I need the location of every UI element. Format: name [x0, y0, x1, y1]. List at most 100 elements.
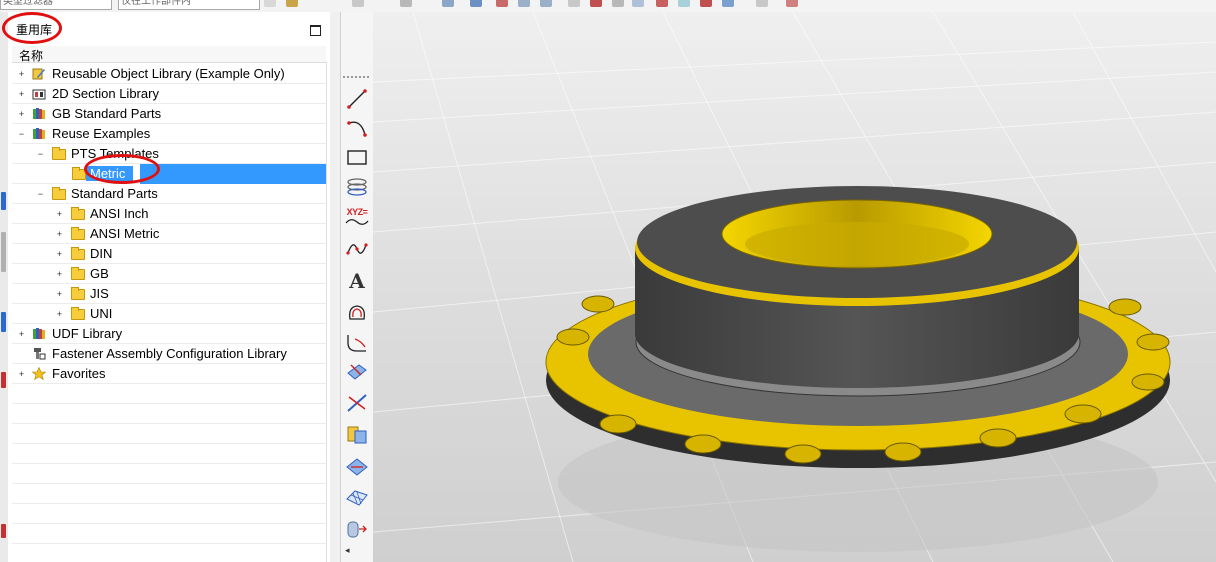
toolbar-button-icon[interactable]: [352, 0, 364, 7]
toolbar-button-icon[interactable]: [496, 0, 508, 7]
arc-tool-icon[interactable]: [344, 114, 370, 140]
empty-row: [12, 484, 326, 504]
tree-item-favorites[interactable]: + Favorites: [12, 364, 326, 384]
tree-item-reusable-object-library[interactable]: + Reusable Object Library (Example Only): [12, 64, 326, 84]
toolbar-button-icon[interactable]: [286, 0, 298, 7]
bridge-curve-tool-icon[interactable]: [344, 330, 370, 356]
toolbar-button-icon[interactable]: [632, 0, 644, 7]
resource-tab-icon[interactable]: [1, 524, 6, 538]
selection-highlight: [140, 164, 326, 184]
toolbar-button-icon[interactable]: [470, 0, 482, 7]
folder-icon: [52, 187, 66, 200]
expand-icon[interactable]: +: [18, 110, 25, 119]
toolbar-more-icon[interactable]: ◂: [345, 545, 350, 556]
expand-icon[interactable]: +: [18, 330, 25, 339]
law-curve-tool-icon[interactable]: XYZ=: [344, 204, 370, 230]
expand-icon[interactable]: +: [56, 290, 63, 299]
toolbar-grip[interactable]: [343, 76, 369, 78]
expand-icon[interactable]: +: [18, 370, 25, 379]
toolbar-button-icon[interactable]: [442, 0, 454, 7]
expand-icon[interactable]: +: [56, 270, 63, 279]
graphics-viewport[interactable]: [373, 12, 1216, 562]
collapse-icon[interactable]: −: [37, 190, 44, 199]
toolbar-button-icon[interactable]: [700, 0, 712, 7]
intersection-curve-tool-icon[interactable]: [344, 390, 370, 416]
section-library-icon: [32, 87, 46, 100]
helix-tool-icon[interactable]: [344, 174, 370, 200]
toolbar-button-icon[interactable]: [590, 0, 602, 7]
expand-icon[interactable]: +: [18, 70, 25, 79]
expand-icon[interactable]: +: [56, 310, 63, 319]
tree-item-reuse-examples[interactable]: − Reuse Examples: [12, 124, 326, 144]
tree-item-pts-templates[interactable]: − PTS Templates: [12, 144, 326, 164]
project-curve-tool-icon[interactable]: [344, 358, 370, 384]
tree-item-ansi-metric[interactable]: + ANSI Metric: [12, 224, 326, 244]
folder-icon: [71, 247, 85, 260]
type-filter-combo[interactable]: 类型过滤器: [0, 0, 112, 10]
collapse-icon[interactable]: −: [18, 130, 25, 139]
column-header[interactable]: 名称: [12, 46, 326, 63]
toolbar-button-icon[interactable]: [540, 0, 552, 7]
star-icon: [31, 366, 47, 381]
empty-row: [12, 424, 326, 444]
tree-item-jis[interactable]: + JIS: [12, 284, 326, 304]
isoparametric-curve-tool-icon[interactable]: [344, 484, 370, 510]
column-header-label: 名称: [19, 49, 44, 63]
section-curve-tool-icon[interactable]: [344, 422, 370, 448]
folder-icon: [71, 287, 85, 300]
folder-icon: [71, 307, 85, 320]
folder-icon: [52, 147, 66, 160]
books-library-icon: [32, 127, 46, 140]
toolbar-button-icon[interactable]: [264, 0, 276, 7]
extract-curve-tool-icon[interactable]: [344, 454, 370, 480]
tree-item-gb[interactable]: + GB: [12, 264, 326, 284]
resource-tab-icon[interactable]: [1, 312, 6, 332]
resource-tab-icon[interactable]: [1, 372, 6, 388]
toolbar-button-icon[interactable]: [568, 0, 580, 7]
resource-tab-icon[interactable]: [1, 232, 6, 272]
panel-splitter[interactable]: [330, 12, 340, 562]
toolbar-button-icon[interactable]: [656, 0, 668, 7]
scope-combo[interactable]: 仅在工作部件内: [118, 0, 260, 10]
tree-item-label: DIN: [90, 246, 113, 261]
tree-item-gb-standard-parts[interactable]: + GB Standard Parts: [12, 104, 326, 124]
maximize-icon[interactable]: [310, 25, 321, 36]
text-tool-icon[interactable]: A: [344, 268, 370, 294]
toolbar-button-icon[interactable]: [678, 0, 690, 7]
tree-item-metric[interactable]: Metric: [12, 164, 326, 184]
empty-row: [12, 384, 326, 404]
tree-item-fastener-assembly-library[interactable]: Fastener Assembly Configuration Library: [12, 344, 326, 364]
toolbar-button-icon[interactable]: [786, 0, 798, 7]
tree-item-uni[interactable]: + UNI: [12, 304, 326, 324]
empty-row: [12, 464, 326, 484]
tree-item-2d-section-library[interactable]: + 2D Section Library: [12, 84, 326, 104]
resource-tab-icon[interactable]: [1, 192, 6, 210]
rectangle-tool-icon[interactable]: [344, 144, 370, 170]
tree-item-standard-parts[interactable]: − Standard Parts: [12, 184, 326, 204]
spline-tool-icon[interactable]: [344, 236, 370, 262]
tree-item-ansi-inch[interactable]: + ANSI Inch: [12, 204, 326, 224]
expand-icon[interactable]: +: [18, 90, 25, 99]
empty-row: [12, 444, 326, 464]
tree-item-label: Standard Parts: [71, 186, 158, 201]
tree-item-udf-library[interactable]: + UDF Library: [12, 324, 326, 344]
expand-icon[interactable]: +: [56, 230, 63, 239]
toolbar-button-icon[interactable]: [722, 0, 734, 7]
empty-row: [12, 504, 326, 524]
line-tool-icon[interactable]: [344, 86, 370, 112]
toolbar-button-icon[interactable]: [518, 0, 530, 7]
toolbar-button-icon[interactable]: [612, 0, 624, 7]
offset-curve-tool-icon[interactable]: [344, 300, 370, 326]
folder-icon: [71, 267, 85, 280]
toolbar-button-icon[interactable]: [400, 0, 412, 7]
tree-item-din[interactable]: + DIN: [12, 244, 326, 264]
tree-item-label: ANSI Metric: [90, 226, 160, 241]
tree-item-label: UDF Library: [52, 326, 123, 341]
wrap-curve-tool-icon[interactable]: [344, 516, 370, 542]
expand-icon[interactable]: +: [56, 210, 63, 219]
tree-item-label: 2D Section Library: [52, 86, 159, 101]
tree-item-label: GB: [90, 266, 109, 281]
toolbar-button-icon[interactable]: [756, 0, 768, 7]
collapse-icon[interactable]: −: [37, 150, 44, 159]
expand-icon[interactable]: +: [56, 250, 63, 259]
